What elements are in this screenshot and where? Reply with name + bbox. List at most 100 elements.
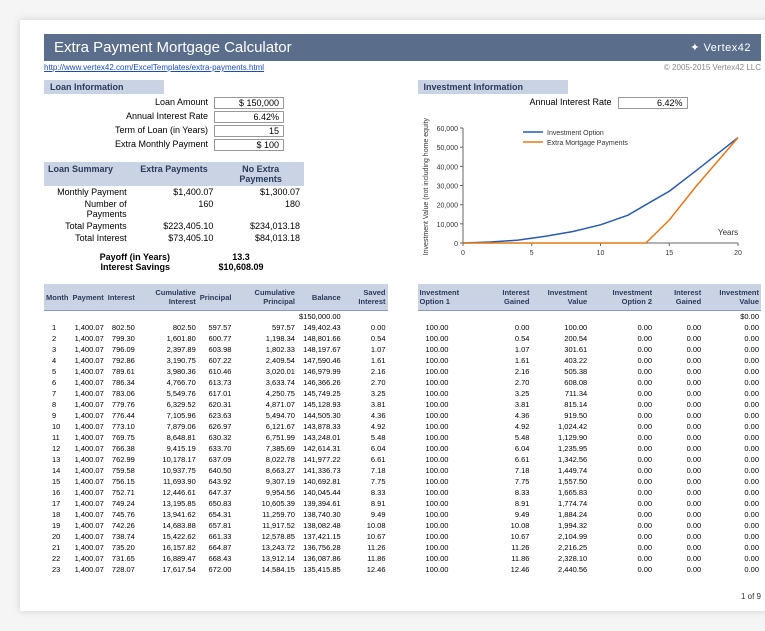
loan-info-value[interactable]: $ 150,000 [214, 97, 284, 109]
table-row: 100.0010.672,104.990.000.000.00 [418, 531, 762, 542]
table-row: 11,400.07802.50802.50597.57597.57149,402… [44, 322, 388, 333]
inv-rate-label: Annual Interest Rate [418, 97, 618, 109]
table-header: Balance [297, 284, 343, 311]
page-container: Extra Payment Mortgage Calculator ✦ Vert… [20, 20, 765, 611]
table-row: 101,400.07773.107,879.06626.976,121.6714… [44, 421, 388, 432]
loan-summary-title: Loan Summary [44, 162, 131, 186]
table-header: Investment Value [703, 284, 761, 311]
summary-v1: $1,400.07 [131, 186, 218, 198]
table-row: 100.007.181,449.740.000.000.00 [418, 465, 762, 476]
table-row: 100.008.911,774.740.000.000.00 [418, 498, 762, 509]
table-row: 100.006.611,342.560.000.000.00 [418, 454, 762, 465]
table-header: Payment [71, 284, 106, 311]
chart-line [463, 138, 738, 243]
table-row: 201,400.07738.7415,422.62661.3312,578.85… [44, 531, 388, 542]
investment-info-header: Investment Information [418, 80, 568, 94]
summary-label: Number of Payments [44, 198, 131, 220]
investment-chart: 0 10,000 20,000 30,000 40,000 50,000 60,000 0 5 1… [418, 118, 762, 270]
table-row: 161,400.07752.7112,446.61647.379,954.561… [44, 487, 388, 498]
payoff-block: Payoff (in Years)13.3 Interest Savings$1… [44, 252, 304, 272]
svg-text:0: 0 [454, 241, 458, 248]
page-title: Extra Payment Mortgage Calculator [54, 39, 292, 56]
source-link[interactable]: http://www.vertex42.com/ExcelTemplates/e… [44, 63, 264, 72]
table-header: Cumulative Interest [137, 284, 198, 311]
table-row: 100.0010.081,994.320.000.000.00 [418, 520, 762, 531]
svg-text:20,000: 20,000 [436, 203, 458, 210]
summary-v2: $84,013.18 [217, 232, 304, 244]
table-row: 100.008.331,665.830.000.000.00 [418, 487, 762, 498]
table-row: 100.002.70608.080.000.000.00 [418, 377, 762, 388]
page-number: 1 of 9 [741, 592, 761, 601]
table-row: 61,400.07786.344,766.70613.733,633.74146… [44, 377, 388, 388]
table-row: 100.003.25711.340.000.000.00 [418, 388, 762, 399]
payoff-label: Payoff (in Years) [44, 252, 178, 262]
savings-value: $10,608.09 [178, 262, 304, 272]
svg-text:60,000: 60,000 [436, 126, 458, 133]
inv-rate-value[interactable]: 6.42% [618, 97, 688, 109]
right-column: Investment Information Annual Interest R… [418, 80, 762, 272]
table-header: Interest Gained [654, 284, 703, 311]
savings-label: Interest Savings [44, 262, 178, 272]
table-row: 100.0012.462,440.560.000.000.00 [418, 564, 762, 575]
amortization-table-left: MonthPaymentInterestCumulative InterestP… [44, 284, 388, 575]
table-header: Principal [198, 284, 234, 311]
table-row: 100.006.041,235.950.000.000.00 [418, 443, 762, 454]
loan-info-label: Extra Monthly Payment [44, 139, 214, 151]
title-bar: Extra Payment Mortgage Calculator ✦ Vert… [44, 34, 761, 61]
table-header: Investment Option 2 [589, 284, 654, 311]
table-row: 211,400.07735.2016,157.82664.8713,243.72… [44, 542, 388, 553]
amortization-table-right: Investment Option 1Interest GainedInvest… [418, 284, 762, 575]
loan-info-value[interactable]: 15 [214, 125, 284, 137]
starting-value: $0.00 [703, 311, 761, 323]
summary-label: Total Interest [44, 232, 131, 244]
loan-info-label: Annual Interest Rate [44, 111, 214, 123]
table-row: 141,400.07759.5810,937.75640.508,663.271… [44, 465, 388, 476]
summary-v1: $223,405.10 [131, 220, 218, 232]
table-row: 191,400.07742.2614,683.88657.8111,917.52… [44, 520, 388, 531]
loan-info-label: Term of Loan (in Years) [44, 125, 214, 137]
svg-text:10,000: 10,000 [436, 222, 458, 229]
chart-line [463, 138, 738, 243]
table-row: 100.005.481,129.900.000.000.00 [418, 432, 762, 443]
table-row: 100.000.54200.540.000.000.00 [418, 333, 762, 344]
svg-text:30,000: 30,000 [436, 184, 458, 191]
svg-text:10: 10 [596, 250, 604, 257]
table-row: 121,400.07766.389,415.19633.707,385.6914… [44, 443, 388, 454]
table-row: 100.004.36919.500.000.000.00 [418, 410, 762, 421]
svg-text:50,000: 50,000 [436, 145, 458, 152]
table-header: Saved Interest [343, 284, 388, 311]
table-row: 51,400.07789.613,980.36610.463,020.01146… [44, 366, 388, 377]
svg-text:40,000: 40,000 [436, 164, 458, 171]
table-row: 21,400.07799.301,601.80600.771,198.34148… [44, 333, 388, 344]
table-row: 111,400.07769.758,648.81630.326,751.9914… [44, 432, 388, 443]
table-header: Cumulative Principal [233, 284, 297, 311]
table-row: 100.002.16505.380.000.000.00 [418, 366, 762, 377]
summary-v1: $73,405.10 [131, 232, 218, 244]
svg-text:0: 0 [461, 250, 465, 257]
svg-text:15: 15 [665, 250, 673, 257]
loan-summary-header: Loan Summary Extra Payments No Extra Pay… [44, 162, 304, 186]
svg-text:Years: Years [718, 228, 738, 237]
svg-text:5: 5 [529, 250, 533, 257]
svg-text:20: 20 [734, 250, 742, 257]
loan-info-value[interactable]: 6.42% [214, 111, 284, 123]
table-row: 171,400.07749.2413,195.85650.8310,605.39… [44, 498, 388, 509]
svg-text:Investment Option: Investment Option [547, 130, 604, 137]
loan-info-header: Loan Information [44, 80, 164, 94]
col-extra-payments: Extra Payments [131, 162, 218, 186]
table-row: 221,400.07731.6516,889.47668.4313,912.14… [44, 553, 388, 564]
summary-label: Monthly Payment [44, 186, 131, 198]
table-row: 100.000.00100.000.000.000.00 [418, 322, 762, 333]
table-row: 100.003.81815.140.000.000.00 [418, 399, 762, 410]
summary-label: Total Payments [44, 220, 131, 232]
table-header: Month [44, 284, 71, 311]
table-row: 71,400.07783.065,549.76617.014,250.75145… [44, 388, 388, 399]
logo: ✦ Vertex42 [690, 41, 751, 54]
table-header: Interest Gained [482, 284, 531, 311]
table-row: 151,400.07756.1511,693.90643.929,307.191… [44, 476, 388, 487]
table-row: 100.009.491,884.240.000.000.00 [418, 509, 762, 520]
summary-v2: $234,013.18 [217, 220, 304, 232]
loan-info-value[interactable]: $ 100 [214, 139, 284, 151]
subheader: http://www.vertex42.com/ExcelTemplates/e… [44, 61, 761, 80]
summary-v2: $1,300.07 [217, 186, 304, 198]
